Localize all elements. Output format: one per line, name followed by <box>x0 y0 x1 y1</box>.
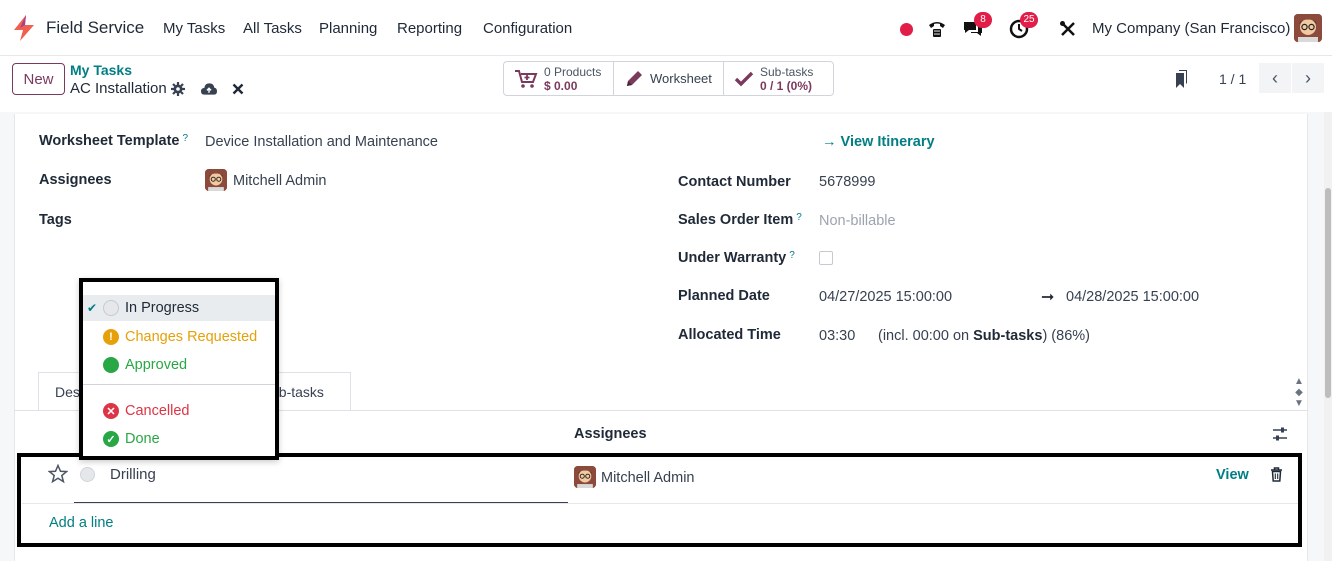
smart-buttons: 0 Products $ 0.00 Worksheet Sub-tasks 0 … <box>503 61 834 96</box>
top-navbar: Field Service My Tasks All Tasks Plannin… <box>0 0 1332 56</box>
menu-planning[interactable]: Planning <box>319 20 377 37</box>
app-logo-icon[interactable] <box>12 15 36 41</box>
pager-next[interactable]: › <box>1292 63 1324 93</box>
under-warranty-checkbox[interactable] <box>819 251 833 265</box>
assignees-field[interactable]: Mitchell Admin <box>233 173 326 189</box>
contact-number-label: Contact Number <box>678 174 791 190</box>
approved-icon <box>103 357 119 373</box>
check-icon <box>734 71 754 86</box>
tools-icon[interactable] <box>1057 18 1079 40</box>
help-icon[interactable]: ? <box>796 212 802 223</box>
menu-my-tasks[interactable]: My Tasks <box>163 20 225 37</box>
allocated-time-label: Allocated Time <box>678 327 781 343</box>
state-option-in-progress[interactable]: ✔ In Progress <box>83 295 275 321</box>
worksheet-smart-button[interactable]: Worksheet <box>614 62 724 95</box>
subtasks-label: Sub-tasks <box>760 64 814 79</box>
state-label: Approved <box>125 357 188 373</box>
done-check-icon: ✓ <box>103 431 119 447</box>
cart-icon <box>515 69 538 88</box>
scrollbar-thumb[interactable] <box>1325 188 1331 398</box>
state-label: Done <box>125 431 160 447</box>
assignees-label: Assignees <box>39 172 112 188</box>
exclamation-icon: ! <box>103 329 119 345</box>
planned-date-start[interactable]: 04/27/2025 15:00:00 <box>819 289 952 305</box>
subtasks-value: 0 / 1 (0%) <box>760 78 813 93</box>
cloud-save-icon[interactable] <box>201 81 217 97</box>
view-itinerary-link[interactable]: → View Itinerary <box>822 134 935 150</box>
new-button[interactable]: New <box>12 63 65 95</box>
app-name[interactable]: Field Service <box>46 18 144 38</box>
pager-previous[interactable]: ‹ <box>1259 63 1291 93</box>
contact-number-field[interactable]: 5678999 <box>819 174 875 190</box>
checkmark-icon: ✔ <box>87 301 98 315</box>
bookmark-icon[interactable] <box>1173 69 1189 89</box>
task-state-dropdown: ✔ In Progress ! Changes Requested Approv… <box>79 278 279 460</box>
chevron-right-icon: › <box>1305 67 1311 88</box>
state-option-done[interactable]: ✓ Done <box>83 426 275 452</box>
cancel-icon: ✕ <box>103 403 119 419</box>
under-warranty-label: Under Warranty? <box>678 250 795 266</box>
menu-reporting[interactable]: Reporting <box>397 20 462 37</box>
gear-icon[interactable] <box>170 81 186 97</box>
planned-date-end[interactable]: 04/28/2025 15:00:00 <box>1066 289 1199 305</box>
tags-label: Tags <box>39 212 72 228</box>
pencil-icon <box>627 70 642 86</box>
dropdown-divider <box>83 384 275 385</box>
company-switcher[interactable]: My Company (San Francisco) <box>1092 20 1290 37</box>
allocated-time-detail: (incl. 00:00 on Sub-tasks) (86%) <box>878 328 1090 344</box>
subtasks-smart-button[interactable]: Sub-tasks 0 / 1 (0%) <box>724 62 833 95</box>
chevron-left-icon: ‹ <box>1272 67 1278 88</box>
worksheet-label: Worksheet <box>650 71 712 86</box>
allocated-time-field[interactable]: 03:30 <box>819 328 855 344</box>
clock-icon[interactable]: 25 <box>1008 12 1038 40</box>
optional-columns-icon[interactable] <box>1272 426 1288 442</box>
menu-all-tasks[interactable]: All Tasks <box>243 20 302 37</box>
breadcrumb-my-tasks[interactable]: My Tasks <box>70 62 132 78</box>
state-label: Changes Requested <box>125 329 258 345</box>
messages-badge: 8 <box>974 12 992 28</box>
menu-configuration[interactable]: Configuration <box>483 20 572 37</box>
state-option-changes-requested[interactable]: ! Changes Requested <box>83 324 275 350</box>
highlight-box <box>17 453 1302 547</box>
products-smart-button[interactable]: 0 Products $ 0.00 <box>504 62 614 95</box>
worksheet-template-field[interactable]: Device Installation and Maintenance <box>205 134 438 150</box>
pager-value[interactable]: 1 / 1 <box>1219 71 1246 87</box>
in-progress-icon <box>103 300 119 316</box>
chat-icon[interactable]: 8 <box>962 12 992 40</box>
products-amount: $ 0.00 <box>544 78 578 93</box>
column-header-assignees[interactable]: Assignees <box>574 426 647 442</box>
scroll-arrows[interactable]: ▲ ◆ ▼ <box>1292 376 1306 412</box>
phone-icon[interactable] <box>926 18 948 40</box>
arrow-right-icon: ➞ <box>1041 289 1055 306</box>
sales-order-item-label: Sales Order Item? <box>678 212 802 228</box>
sales-order-item-field[interactable]: Non-billable <box>819 213 896 229</box>
products-count: 0 Products <box>544 64 602 79</box>
state-label: In Progress <box>125 300 200 316</box>
state-option-cancelled[interactable]: ✕ Cancelled <box>83 398 275 424</box>
planned-date-label: Planned Date <box>678 288 770 304</box>
worksheet-template-label: Worksheet Template? <box>39 133 189 149</box>
breadcrumb-current: AC Installation <box>70 80 167 97</box>
activities-badge: 25 <box>1020 12 1038 28</box>
status-dot-icon[interactable] <box>895 18 917 40</box>
state-option-approved[interactable]: Approved <box>83 352 275 378</box>
state-label: Cancelled <box>125 403 190 419</box>
help-icon[interactable]: ? <box>182 133 188 144</box>
user-avatar[interactable] <box>1294 14 1322 42</box>
help-icon[interactable]: ? <box>789 250 795 261</box>
discard-icon[interactable] <box>230 81 246 97</box>
assignee-avatar <box>205 169 227 191</box>
